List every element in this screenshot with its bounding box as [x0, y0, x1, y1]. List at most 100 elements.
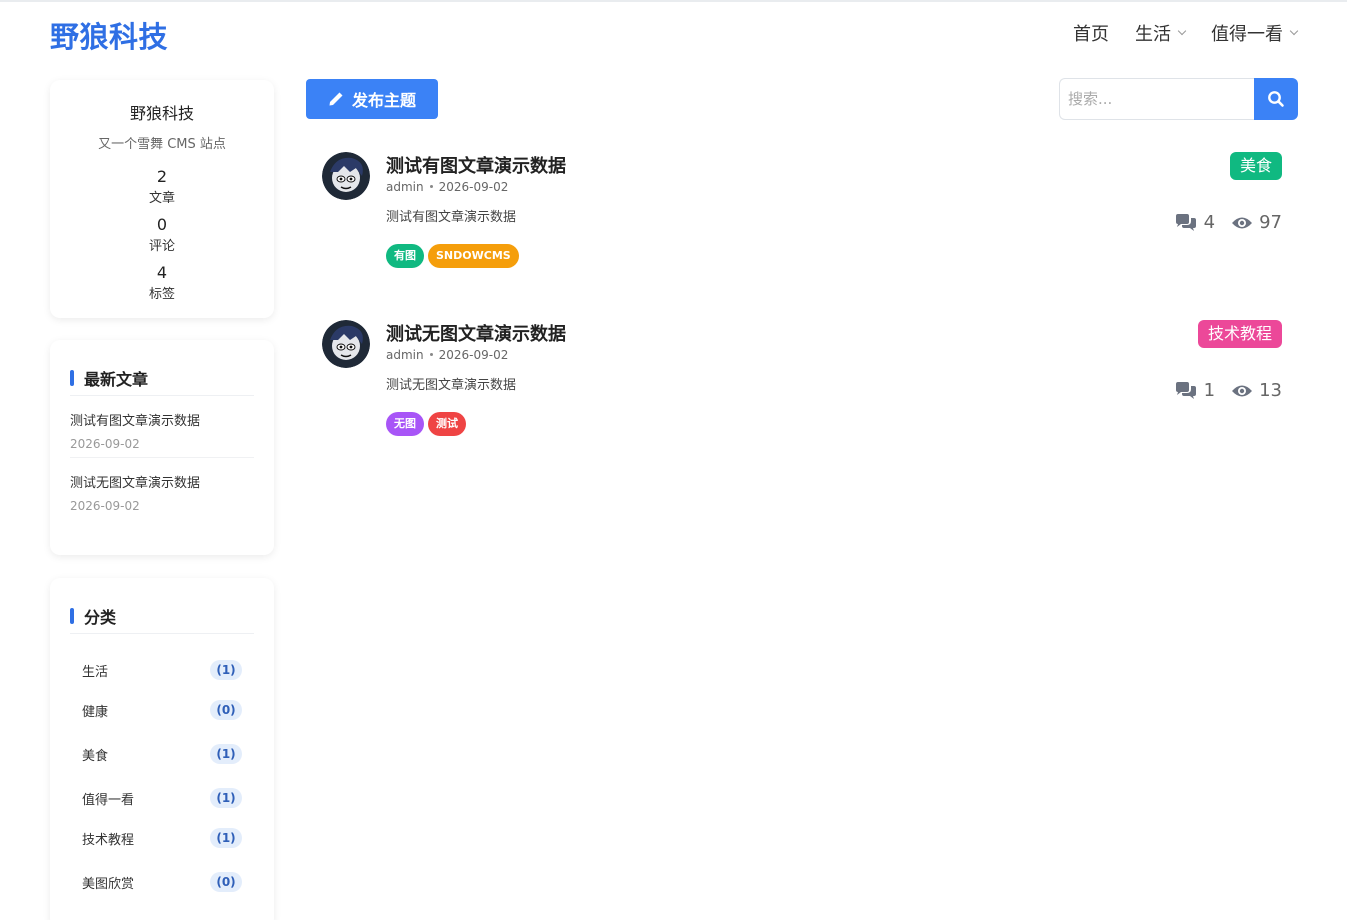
- post-date: 2026-09-02: [438, 180, 509, 194]
- eye-icon: [1232, 385, 1253, 396]
- new-topic-label: 发布主题: [351, 91, 416, 110]
- chevron-down-icon: [1289, 26, 1299, 36]
- top-border: [0, 0, 1347, 2]
- profile-name: 野狼科技: [129, 104, 194, 123]
- list-item[interactable]: 测试有图文章演示数据 2026-09-02: [70, 396, 254, 458]
- category-badge[interactable]: 美食: [1229, 152, 1282, 180]
- search-icon: [1268, 91, 1284, 107]
- category-count-badge: (1): [210, 788, 242, 808]
- category-item-food[interactable]: 美食 (1): [82, 744, 242, 764]
- nav-item-life[interactable]: 生活: [1135, 20, 1187, 46]
- post-stats: 1 13: [1158, 380, 1282, 401]
- category-name: 值得一看: [82, 792, 135, 808]
- view-stat: 13: [1231, 380, 1282, 401]
- view-count: 97: [1259, 212, 1282, 233]
- post-date: 2026-09-02: [438, 348, 509, 362]
- nav-item-home[interactable]: 首页: [1073, 20, 1109, 46]
- post-excerpt: 测试无图文章演示数据: [386, 378, 517, 393]
- category-count-badge: (0): [210, 872, 242, 892]
- search-input[interactable]: [1059, 78, 1254, 120]
- widget-title-text: 最新文章: [84, 369, 149, 389]
- category-badge[interactable]: 技术教程: [1197, 320, 1282, 348]
- title-accent-bar: [70, 607, 74, 624]
- search-button[interactable]: [1254, 78, 1298, 120]
- category-item-gallery[interactable]: 美图欣赏 (0): [82, 872, 242, 892]
- category-name: 技术教程: [82, 832, 135, 848]
- stat-posts-label: 文章: [148, 191, 175, 206]
- avatar[interactable]: [322, 320, 370, 368]
- title-accent-bar: [70, 369, 74, 386]
- category-count-badge: (1): [210, 660, 242, 680]
- post-meta: admin 2026-09-02: [386, 180, 508, 194]
- main-nav: 首页 生活 值得一看: [1047, 20, 1299, 46]
- categories-widget: 分类 生活 (1) 健康 (0) 美食 (1) 值得一看 (1) 技术教程 (1…: [50, 578, 274, 920]
- recent-post-title[interactable]: 测试有图文章演示数据: [70, 410, 254, 429]
- avatar-image: [322, 152, 370, 200]
- meta-separator: [429, 185, 433, 188]
- widget-title: 分类: [70, 578, 254, 634]
- view-count: 13: [1259, 380, 1282, 401]
- profile-stats: 2 文章 0 评论 4 标签: [50, 166, 274, 306]
- category-count-badge: (1): [210, 828, 242, 848]
- category-item-tutorials[interactable]: 技术教程 (1): [82, 828, 242, 848]
- post-tags: 有图 SNDOWCMS: [386, 244, 523, 268]
- eye-icon: [1232, 217, 1253, 228]
- avatar[interactable]: [322, 152, 370, 200]
- meta-separator: [429, 353, 433, 356]
- tag-badge[interactable]: 有图: [386, 244, 424, 268]
- stat-tags-count: 4: [156, 263, 168, 282]
- category-item-health[interactable]: 健康 (0): [82, 700, 242, 720]
- post-author[interactable]: admin: [386, 348, 424, 362]
- avatar-image: [322, 320, 370, 368]
- recent-post-title[interactable]: 测试无图文章演示数据: [70, 472, 254, 491]
- stat-posts-count: 2: [156, 167, 168, 186]
- comment-stat: 1: [1174, 380, 1215, 401]
- category-name: 美图欣赏: [82, 876, 135, 892]
- category-name: 健康: [82, 704, 109, 720]
- post-item: 测试无图文章演示数据 admin 2026-09-02 测试无图文章演示数据 无图…: [306, 320, 1298, 470]
- recent-post-date: 2026-09-02: [70, 499, 140, 513]
- search-bar: [1059, 78, 1298, 120]
- post-excerpt: 测试有图文章演示数据: [386, 210, 517, 225]
- tag-badge[interactable]: SNDOWCMS: [428, 244, 519, 268]
- view-stat: 97: [1231, 212, 1282, 233]
- category-item-worth-seeing[interactable]: 值得一看 (1): [82, 788, 242, 808]
- site-logo[interactable]: 野狼科技: [50, 14, 168, 56]
- category-count-badge: (0): [210, 700, 242, 720]
- pencil-icon: [329, 92, 343, 106]
- post-meta: admin 2026-09-02: [386, 348, 508, 362]
- comments-icon: [1175, 213, 1196, 231]
- profile-description: 又一个雪舞 CMS 站点: [98, 137, 226, 152]
- post-author[interactable]: admin: [386, 180, 424, 194]
- post-stats: 4 97: [1158, 212, 1282, 233]
- tag-badge[interactable]: 无图: [386, 412, 424, 436]
- nav-item-label: 生活: [1135, 24, 1171, 45]
- stat-comments-label: 评论: [148, 239, 175, 254]
- chevron-down-icon: [1177, 26, 1187, 36]
- nav-item-label: 值得一看: [1211, 24, 1283, 45]
- post-tags: 无图 测试: [386, 412, 470, 436]
- category-count-badge: (1): [210, 744, 242, 764]
- category-name: 美食: [82, 748, 109, 764]
- new-topic-button[interactable]: 发布主题: [306, 79, 438, 119]
- post-item: 测试有图文章演示数据 admin 2026-09-02 测试有图文章演示数据 有图…: [306, 152, 1298, 302]
- post-title[interactable]: 测试无图文章演示数据: [386, 320, 566, 346]
- nav-item-worth-seeing[interactable]: 值得一看: [1211, 20, 1299, 46]
- comment-count: 4: [1203, 212, 1216, 233]
- widget-title: 最新文章: [70, 340, 254, 396]
- post-title[interactable]: 测试有图文章演示数据: [386, 152, 566, 178]
- recent-post-date: 2026-09-02: [70, 437, 140, 451]
- stat-tags-label: 标签: [148, 287, 175, 302]
- widget-title-text: 分类: [84, 607, 117, 627]
- recent-posts-widget: 最新文章 测试有图文章演示数据 2026-09-02 测试无图文章演示数据 20…: [50, 340, 274, 555]
- category-item-life[interactable]: 生活 (1): [82, 660, 242, 680]
- nav-item-label: 首页: [1073, 24, 1109, 45]
- comment-count: 1: [1203, 380, 1216, 401]
- stat-comments-count: 0: [156, 215, 168, 234]
- list-item[interactable]: 测试无图文章演示数据 2026-09-02: [70, 458, 254, 519]
- category-name: 生活: [82, 664, 109, 680]
- comment-stat: 4: [1174, 212, 1215, 233]
- tag-badge[interactable]: 测试: [428, 412, 466, 436]
- profile-card: 野狼科技 又一个雪舞 CMS 站点 2 文章 0 评论 4 标签: [50, 80, 274, 318]
- comments-icon: [1175, 381, 1196, 399]
